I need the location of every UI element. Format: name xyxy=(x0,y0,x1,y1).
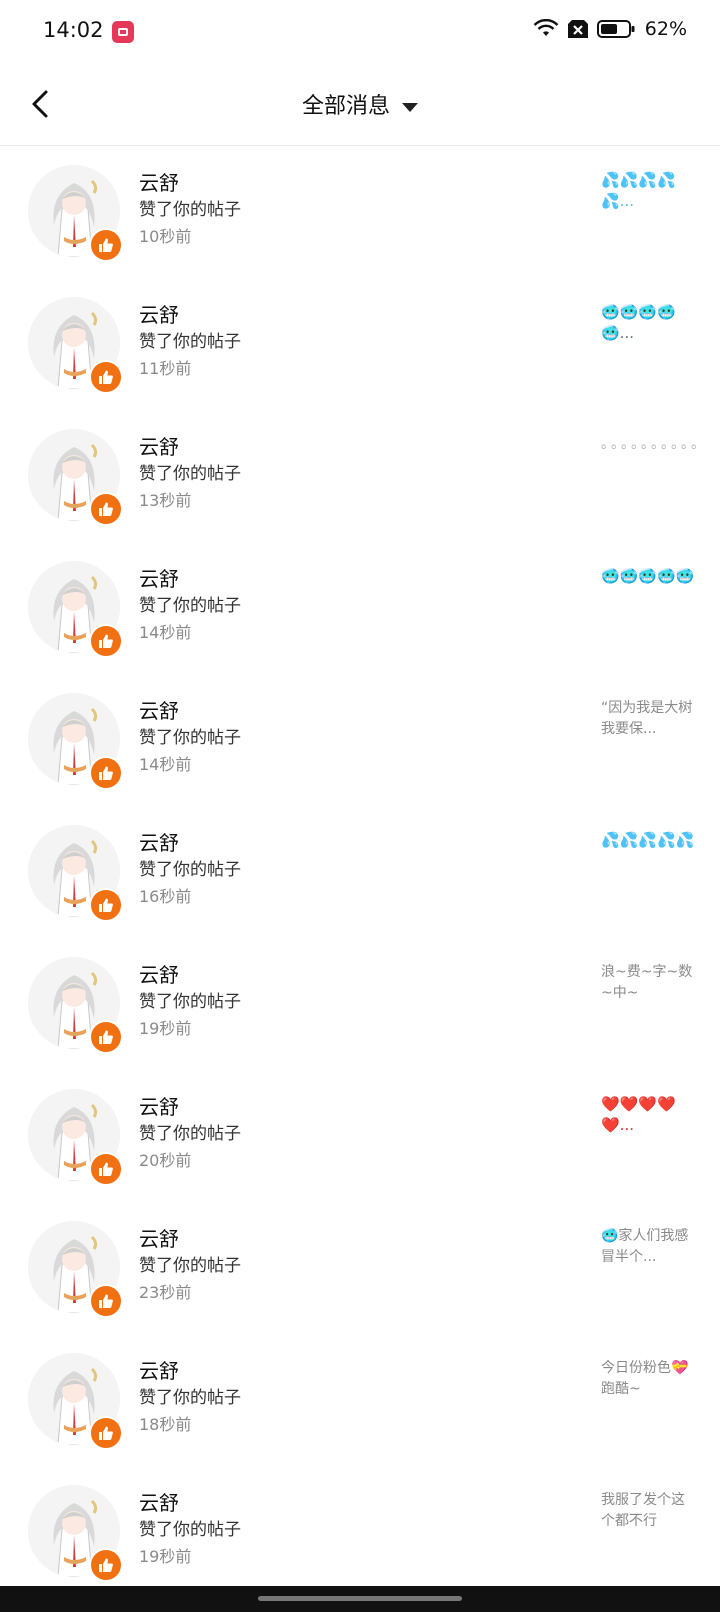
action-text: 赞了你的帖子 xyxy=(139,1388,241,1408)
post-preview[interactable]: ❤️❤️❤️❤️❤️... xyxy=(601,1094,697,1136)
thumbs-up-icon xyxy=(99,1162,113,1176)
timestamp: 19秒前 xyxy=(139,1019,192,1038)
notification-item[interactable]: 云舒 赞了你的帖子 19秒前 浪~费~字~数~中~ xyxy=(0,938,720,1070)
status-bar: 14:02 62% xyxy=(0,0,720,64)
notification-item[interactable]: 云舒 赞了你的帖子 18秒前 今日份粉色💝跑酷~ xyxy=(0,1334,720,1466)
home-indicator[interactable] xyxy=(258,1596,462,1601)
thumbs-up-badge xyxy=(89,1284,123,1318)
notification-item[interactable]: 云舒 赞了你的帖子 11秒前 🥶🥶🥶🥶🥶... xyxy=(0,278,720,410)
timestamp: 19秒前 xyxy=(139,1547,192,1566)
notification-item[interactable]: 云舒 赞了你的帖子 14秒前 “因为我是大树我要保... xyxy=(0,674,720,806)
thumbs-up-icon xyxy=(99,898,113,912)
battery-icon xyxy=(596,19,635,39)
post-preview[interactable]: 。。。。。。。。。。... xyxy=(601,434,697,455)
thumbs-up-badge xyxy=(89,1020,123,1054)
action-text: 赞了你的帖子 xyxy=(139,596,241,616)
user-name[interactable]: 云舒 xyxy=(139,695,179,724)
action-text: 赞了你的帖子 xyxy=(139,332,241,352)
user-name[interactable]: 云舒 xyxy=(139,1091,179,1120)
thumbs-up-badge xyxy=(89,1152,123,1186)
post-preview[interactable]: 🥶🥶🥶🥶🥶 xyxy=(601,566,697,587)
thumbs-up-icon xyxy=(99,1426,113,1440)
battery-percent: 62% xyxy=(644,18,687,40)
post-preview[interactable]: 浪~费~字~数~中~ xyxy=(601,962,697,1004)
notification-item[interactable]: 云舒 赞了你的帖子 23秒前 🥶家人们我感冒半个... xyxy=(0,1202,720,1334)
notification-item[interactable]: 云舒 赞了你的帖子 20秒前 ❤️❤️❤️❤️❤️... xyxy=(0,1070,720,1202)
action-text: 赞了你的帖子 xyxy=(139,992,241,1012)
status-icons: 62% xyxy=(533,18,687,40)
wifi-icon xyxy=(533,19,559,39)
caret-down-icon xyxy=(402,102,418,112)
timestamp: 14秒前 xyxy=(139,755,192,774)
action-text: 赞了你的帖子 xyxy=(139,200,241,220)
user-name[interactable]: 云舒 xyxy=(139,1223,179,1252)
action-text: 赞了你的帖子 xyxy=(139,860,241,880)
action-text: 赞了你的帖子 xyxy=(139,464,241,484)
action-text: 赞了你的帖子 xyxy=(139,1256,241,1276)
user-name[interactable]: 云舒 xyxy=(139,1355,179,1384)
screen-record-icon xyxy=(112,21,134,43)
thumbs-up-badge xyxy=(89,756,123,790)
notification-item[interactable]: 云舒 赞了你的帖子 14秒前 🥶🥶🥶🥶🥶 xyxy=(0,542,720,674)
thumbs-up-icon xyxy=(99,634,113,648)
thumbs-up-badge xyxy=(89,1548,123,1582)
thumbs-up-icon xyxy=(99,1294,113,1308)
message-filter-dropdown[interactable]: 全部消息 xyxy=(0,88,720,120)
notification-item[interactable]: 云舒 赞了你的帖子 19秒前 我服了发个这个都不行 xyxy=(0,1466,720,1598)
timestamp: 23秒前 xyxy=(139,1283,192,1302)
status-time: 14:02 xyxy=(43,18,104,42)
post-preview[interactable]: 🥶家人们我感冒半个... xyxy=(601,1226,697,1268)
timestamp: 14秒前 xyxy=(139,623,192,642)
action-text: 赞了你的帖子 xyxy=(139,728,241,748)
thumbs-up-icon xyxy=(99,766,113,780)
user-name[interactable]: 云舒 xyxy=(139,959,179,988)
thumbs-up-icon xyxy=(99,1030,113,1044)
thumbs-up-badge xyxy=(89,888,123,922)
post-preview[interactable]: 🥶🥶🥶🥶🥶... xyxy=(601,302,697,344)
post-preview[interactable]: 今日份粉色💝跑酷~ xyxy=(601,1358,697,1400)
timestamp: 10秒前 xyxy=(139,227,192,246)
user-name[interactable]: 云舒 xyxy=(139,563,179,592)
header: 全部消息 xyxy=(0,64,720,146)
post-preview[interactable]: 💦💦💦💦💦 xyxy=(601,830,697,851)
sim-off-icon xyxy=(567,19,589,39)
post-preview[interactable]: “因为我是大树我要保... xyxy=(601,698,697,740)
timestamp: 16秒前 xyxy=(139,887,192,906)
thumbs-up-badge xyxy=(89,492,123,526)
notification-item[interactable]: 云舒 赞了你的帖子 13秒前 。。。。。。。。。。... xyxy=(0,410,720,542)
notification-list: 云舒 赞了你的帖子 10秒前 💦💦💦💦💦... 云舒 赞了你的帖子 11秒前 🥶… xyxy=(0,146,720,1598)
timestamp: 18秒前 xyxy=(139,1415,192,1434)
thumbs-up-icon xyxy=(99,1558,113,1572)
thumbs-up-icon xyxy=(99,502,113,516)
user-name[interactable]: 云舒 xyxy=(139,299,179,328)
timestamp: 11秒前 xyxy=(139,359,192,378)
thumbs-up-icon xyxy=(99,370,113,384)
thumbs-up-badge xyxy=(89,360,123,394)
user-name[interactable]: 云舒 xyxy=(139,167,179,196)
thumbs-up-badge xyxy=(89,624,123,658)
user-name[interactable]: 云舒 xyxy=(139,1487,179,1516)
post-preview[interactable]: 我服了发个这个都不行 xyxy=(601,1490,697,1532)
timestamp: 13秒前 xyxy=(139,491,192,510)
thumbs-up-badge xyxy=(89,1416,123,1450)
action-text: 赞了你的帖子 xyxy=(139,1124,241,1144)
timestamp: 20秒前 xyxy=(139,1151,192,1170)
thumbs-up-badge xyxy=(89,228,123,262)
action-text: 赞了你的帖子 xyxy=(139,1520,241,1540)
user-name[interactable]: 云舒 xyxy=(139,827,179,856)
user-name[interactable]: 云舒 xyxy=(139,431,179,460)
notification-item[interactable]: 云舒 赞了你的帖子 16秒前 💦💦💦💦💦 xyxy=(0,806,720,938)
notification-item[interactable]: 云舒 赞了你的帖子 10秒前 💦💦💦💦💦... xyxy=(0,146,720,278)
page-title: 全部消息 xyxy=(301,94,390,119)
post-preview[interactable]: 💦💦💦💦💦... xyxy=(601,170,697,212)
thumbs-up-icon xyxy=(99,238,113,252)
system-nav-bar xyxy=(0,1586,720,1612)
